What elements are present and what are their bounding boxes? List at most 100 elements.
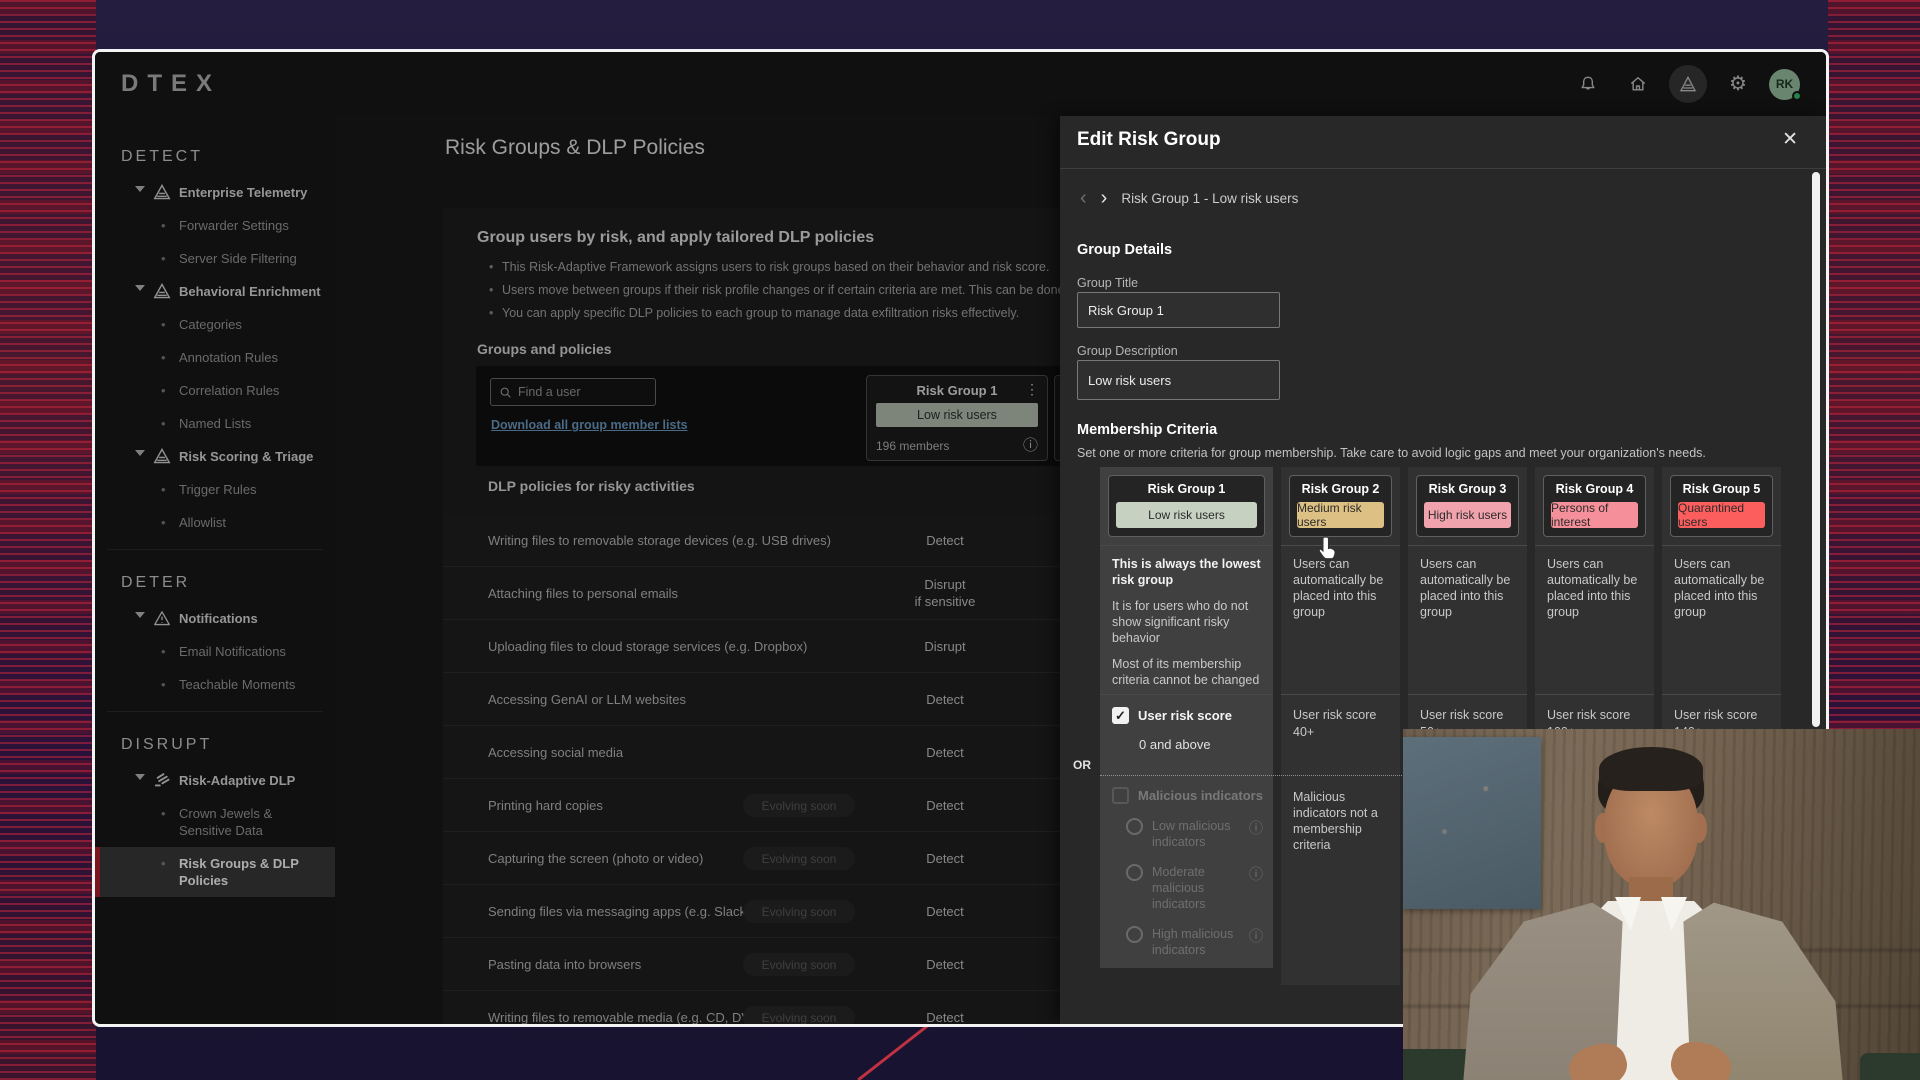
membership-criteria-subtitle: Set one or more criteria for group membe… [1077,446,1777,460]
sidebar-item-annotation-rules[interactable]: Annotation Rules [95,341,335,374]
hand-cursor [1317,534,1343,569]
risk-level-pill: Quarantined users [1678,502,1765,528]
sidebar-section-detect: DETECT [95,134,335,176]
group-description-input[interactable] [1077,360,1280,400]
sidebar-item-notifications[interactable]: Notifications [95,602,335,635]
chevron-right-icon[interactable]: › [1101,188,1108,208]
radio-low-malicious[interactable]: Low malicious indicators ⓘ [1126,818,1263,850]
policy-action-group1[interactable]: Detect [880,832,1010,884]
evolving-soon-chip: Evolving soon [743,794,855,817]
avatar-initials: RK [1776,77,1793,91]
group3-description: Users can automatically be placed into t… [1408,546,1527,694]
settings-gear-icon[interactable]: ⚙ [1719,65,1757,103]
sidebar-divider [107,711,323,712]
evolving-soon-chip: Evolving soon [743,953,855,976]
sidebar-item-trigger-rules[interactable]: Trigger Rules [95,473,335,506]
policy-name: Attaching files to personal emails [488,567,678,619]
info-icon[interactable]: ⓘ [1249,926,1263,946]
breadcrumb-label: Risk Group 1 - Low risk users [1121,191,1298,206]
pyramid-nav-icon[interactable] [1669,65,1707,103]
group2-malicious-note: Malicious indicators not a membership cr… [1281,775,1400,853]
user-risk-score-checkbox[interactable]: ✓ [1112,707,1129,724]
radio-icon[interactable] [1126,926,1143,943]
sidebar-item-crown-jewels[interactable]: Crown Jewels & Sensitive Data [95,797,335,847]
panel-scrollbar[interactable] [1812,172,1820,727]
risk-group-4-header-card[interactable]: Risk Group 4 Persons of interest [1543,475,1646,537]
risk-group-1-header-card[interactable]: Risk Group 1 Low risk users [1108,475,1265,537]
collapse-caret-icon[interactable] [135,285,145,291]
search-input[interactable] [518,385,647,399]
dlp-policies-heading: DLP policies for risky activities [488,478,695,494]
policy-action-group1[interactable]: Detect [880,779,1010,831]
policy-name: Accessing GenAI or LLM websites [488,673,686,725]
sidebar-item-categories[interactable]: Categories [95,308,335,341]
policy-name: Writing files to removable media (e.g. C… [488,991,764,1027]
sidebar-item-named-lists[interactable]: Named Lists [95,407,335,440]
group2-score-criterion: User risk score 40+ [1281,695,1400,775]
home-icon[interactable] [1619,65,1657,103]
policy-action-group1[interactable]: Detect [880,514,1010,566]
info-icon[interactable]: ⓘ [1249,818,1263,838]
group1-description: This is always the lowest risk group It … [1100,546,1273,694]
sidebar-item-allowlist[interactable]: Allowlist [95,506,335,539]
chevron-left-icon[interactable]: ‹ [1080,188,1087,208]
kebab-menu-icon[interactable]: ⋮ [1025,381,1039,398]
user-avatar[interactable]: RK [1769,69,1800,100]
criteria-column-risk-group-1: Risk Group 1 Low risk users This is alwa… [1100,467,1273,968]
panel-title: Edit Risk Group [1077,129,1221,151]
sidebar-item-correlation-rules[interactable]: Correlation Rules [95,374,335,407]
policy-action-group1[interactable]: Disruptif sensitive [880,567,1010,619]
find-user-search[interactable] [490,378,656,406]
pyramid-icon [153,184,171,200]
group-description-label: Group Description [1077,344,1178,358]
info-icon[interactable]: ⓘ [1023,434,1038,455]
group1-malicious-criterion: Malicious indicators Low malicious indic… [1100,775,1273,958]
notifications-bell-icon[interactable] [1569,65,1607,103]
policy-name: Capturing the screen (photo or video) [488,832,703,884]
page-title: Risk Groups & DLP Policies [445,136,705,160]
radio-high-malicious[interactable]: High malicious indicators ⓘ [1126,926,1263,958]
sidebar-item-enterprise-telemetry[interactable]: Enterprise Telemetry [95,176,335,209]
group-title-input[interactable] [1077,292,1280,328]
sidebar-item-server-side-filtering[interactable]: Server Side Filtering [95,242,335,275]
radio-icon[interactable] [1126,864,1143,881]
sidebar-section-disrupt: DISRUPT [95,722,335,764]
risk-level-pill: Low risk users [876,403,1038,427]
policy-action-group1[interactable]: Detect [880,726,1010,778]
policy-name: Pasting data into browsers [488,938,641,990]
search-icon [499,386,512,399]
download-group-lists-link[interactable]: Download all group member lists [491,418,688,432]
group5-description: Users can automatically be placed into t… [1662,546,1781,694]
close-icon[interactable]: ✕ [1782,128,1798,151]
sidebar-item-behavioral-enrichment[interactable]: Behavioral Enrichment [95,275,335,308]
radio-moderate-malicious[interactable]: Moderate malicious indicators ⓘ [1126,864,1263,912]
risk-group-2-header-card[interactable]: Risk Group 2 Medium risk users [1289,475,1392,537]
risk-group-3-header-card[interactable]: Risk Group 3 High risk users [1416,475,1519,537]
breadcrumb: ‹ › Risk Group 1 - Low risk users [1080,188,1298,208]
sidebar-item-risk-adaptive-dlp[interactable]: Risk-Adaptive DLP [95,764,335,797]
policy-action-group1[interactable]: Detect [880,673,1010,725]
policy-action-group1[interactable]: Detect [880,885,1010,937]
collapse-caret-icon[interactable] [135,186,145,192]
info-icon[interactable]: ⓘ [1249,864,1263,884]
policy-action-group1[interactable]: Detect [880,938,1010,990]
policy-action-group1[interactable]: Detect [880,991,1010,1027]
risk-group-5-header-card[interactable]: Risk Group 5 Quarantined users [1670,475,1773,537]
collapse-caret-icon[interactable] [135,612,145,618]
collapse-caret-icon[interactable] [135,450,145,456]
collapse-caret-icon[interactable] [135,774,145,780]
policy-action-group1[interactable]: Disrupt [880,620,1010,672]
sidebar-item-risk-groups-dlp-policies[interactable]: Risk Groups & DLP Policies [95,847,335,897]
card-title: Risk Group 1 [867,383,1047,398]
radio-icon[interactable] [1126,818,1143,835]
presenter-hair-top [1599,747,1703,791]
sidebar-item-forwarder-settings[interactable]: Forwarder Settings [95,209,335,242]
sidebar-item-risk-scoring-triage[interactable]: Risk Scoring & Triage [95,440,335,473]
sidebar-item-email-notifications[interactable]: Email Notifications [95,635,335,668]
sidebar-item-teachable-moments[interactable]: Teachable Moments [95,668,335,701]
member-count: 196 members [876,439,949,453]
risk-group-card-1[interactable]: Risk Group 1 ⋮ Low risk users 196 member… [866,375,1048,461]
topbar-icons: ⚙ RK [1569,52,1800,116]
malicious-indicators-checkbox[interactable] [1112,787,1129,804]
membership-criteria-heading: Membership Criteria [1077,422,1217,438]
